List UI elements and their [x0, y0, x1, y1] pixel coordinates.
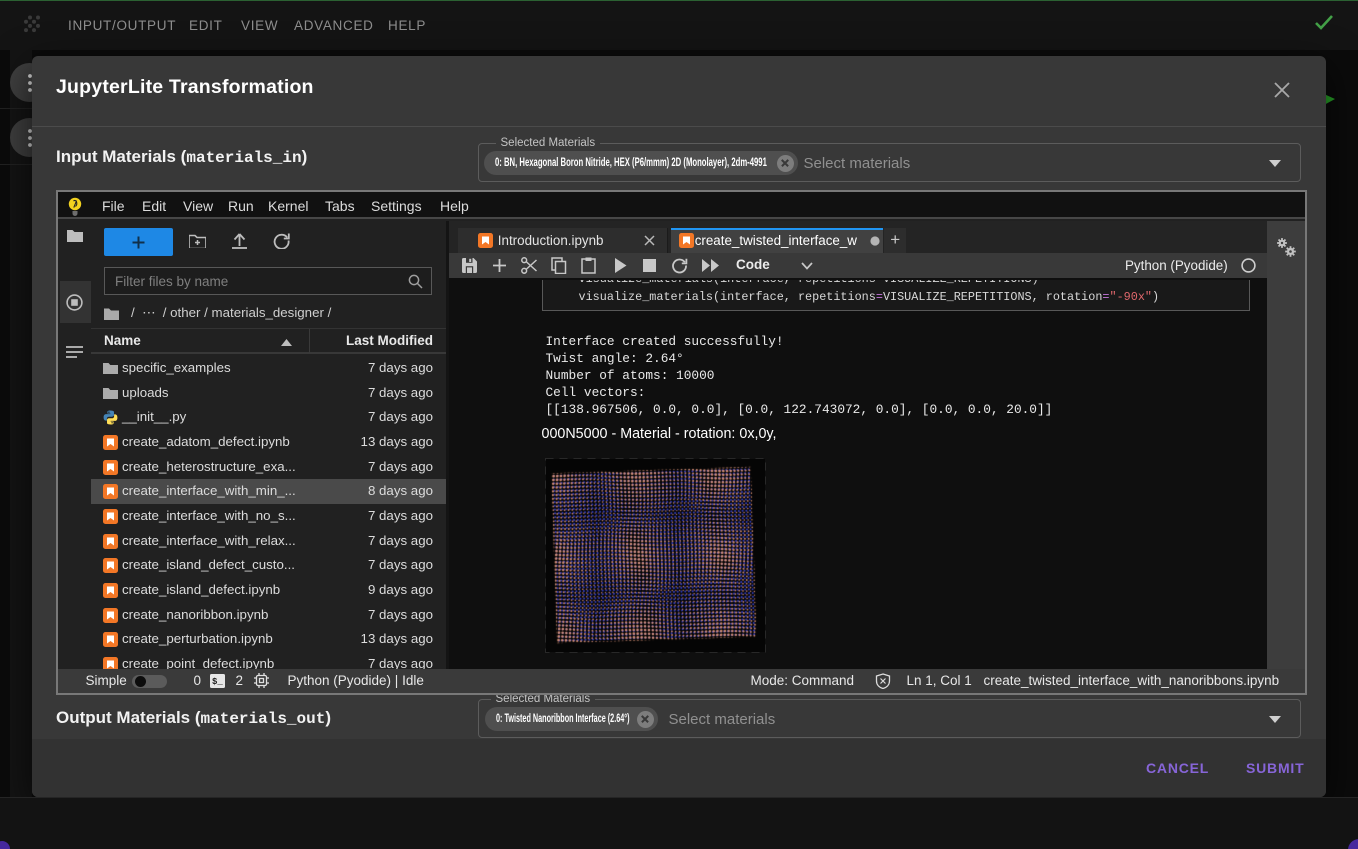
svg-text:$_: $_ [212, 677, 223, 687]
